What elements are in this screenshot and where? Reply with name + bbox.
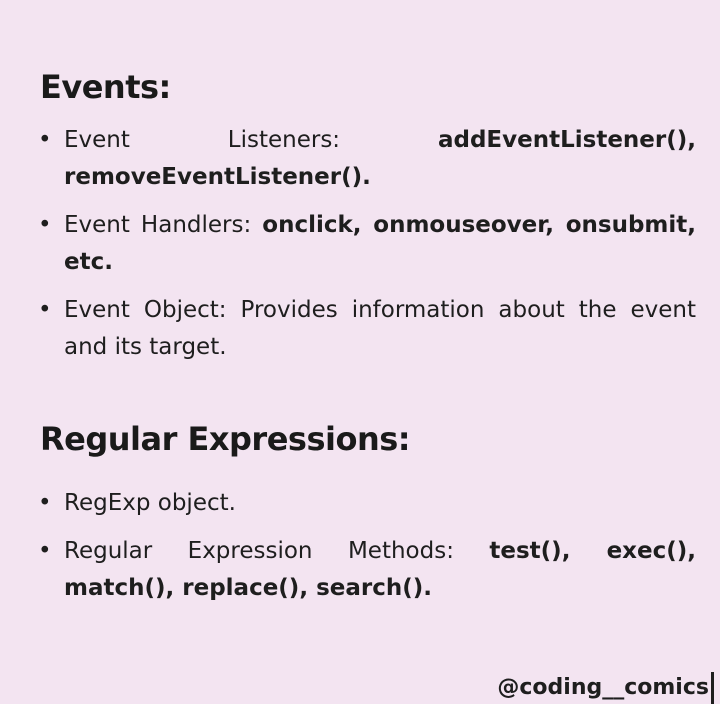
- event-listeners-methods-continued: removeEventListener().: [64, 164, 371, 190]
- event-object-text: Event Object: Provides information about…: [64, 297, 696, 360]
- regex-list: • RegExp object. • Regular Expression Me…: [38, 485, 696, 607]
- bullet-icon: •: [38, 212, 52, 238]
- event-handlers-label: Event Handlers:: [64, 212, 252, 238]
- events-list: • Event Listeners: addEventListener(), r…: [38, 122, 696, 366]
- author-handle: @coding__comics: [497, 672, 714, 704]
- list-item: • Event Listeners: addEventListener(), r…: [38, 122, 696, 196]
- event-listeners-label: Event Listeners:: [64, 127, 341, 153]
- events-heading: Events:: [40, 68, 171, 106]
- bullet-icon: •: [38, 297, 52, 323]
- bullet-icon: •: [38, 490, 52, 516]
- list-item: • Event Object: Provides information abo…: [38, 292, 696, 366]
- regex-heading: Regular Expressions:: [40, 420, 411, 458]
- regexp-object-text: RegExp object.: [64, 490, 236, 516]
- bullet-icon: •: [38, 127, 52, 153]
- event-listeners-methods: addEventListener(),: [437, 127, 696, 153]
- list-item: • Event Handlers: onclick, onmouseover, …: [38, 207, 696, 281]
- regex-methods-label: Regular Expression Methods:: [64, 538, 454, 564]
- list-item: • Regular Expression Methods: test(), ex…: [38, 533, 696, 607]
- list-item: • RegExp object.: [38, 485, 696, 522]
- bullet-icon: •: [38, 538, 52, 564]
